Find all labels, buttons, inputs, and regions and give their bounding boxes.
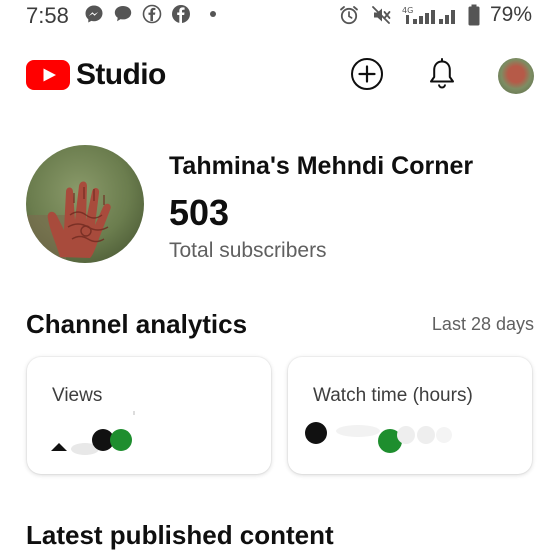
latest-content-title: Latest published content (26, 520, 334, 550)
account-avatar[interactable] (498, 58, 534, 94)
channel-avatar[interactable] (26, 145, 144, 263)
watch-time-label: Watch time (hours) (313, 385, 473, 406)
app-bar: Studio (0, 50, 560, 106)
status-time: 7:58 (26, 3, 69, 28)
views-card[interactable]: Views (27, 357, 271, 474)
watch-time-sparkline (305, 422, 452, 453)
analytics-title: Channel analytics (26, 309, 248, 339)
views-sparkline (51, 411, 135, 455)
studio-logo[interactable]: Studio (26, 58, 166, 92)
more-notifications-dot (210, 11, 216, 17)
analytics-range: Last 28 days (431, 314, 534, 334)
youtube-logo-icon (26, 60, 70, 90)
battery-level: 79% (489, 3, 532, 26)
network-type: 4G (402, 6, 413, 15)
chat-icon (114, 6, 132, 22)
status-bar: 7:58 4G 79% (0, 0, 560, 30)
system-icons: 4G 79% (338, 3, 532, 27)
facebook-icon (172, 5, 190, 24)
battery-icon (468, 4, 480, 26)
create-button[interactable] (349, 56, 385, 92)
mute-icon (372, 6, 391, 24)
signal-icon: 4G (402, 6, 455, 24)
watch-time-card[interactable]: Watch time (hours) (288, 357, 532, 474)
notifications-button[interactable] (424, 56, 460, 92)
subscriber-label: Total subscribers (169, 239, 327, 262)
subscriber-count: 503 (169, 192, 230, 233)
brand-name: Studio (76, 58, 166, 91)
messenger-icon (85, 5, 103, 23)
views-label: Views (52, 385, 103, 406)
channel-name: Tahmina's Mehndi Corner (169, 152, 474, 180)
alarm-icon (340, 6, 358, 25)
notification-icons (84, 4, 216, 24)
facebook-icon (142, 4, 162, 24)
